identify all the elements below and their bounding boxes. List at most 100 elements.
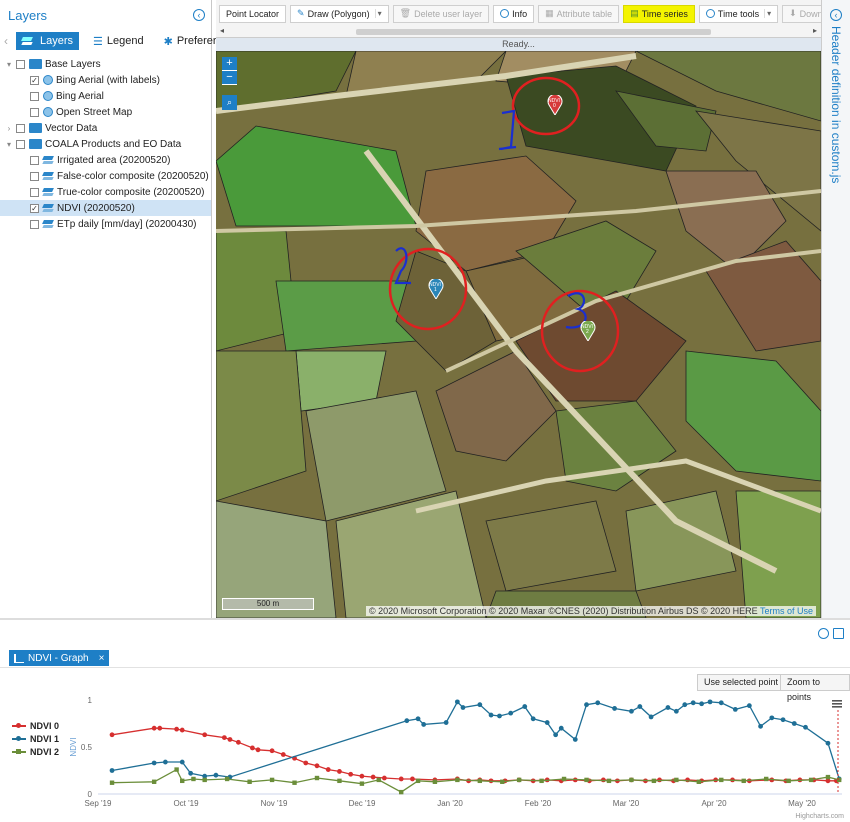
tab-preferences[interactable]: ✱ Preferer bbox=[158, 32, 223, 50]
tree-item[interactable]: True-color composite (20200520) bbox=[0, 184, 211, 200]
close-icon[interactable]: × bbox=[99, 653, 105, 664]
hamburger-menu-icon[interactable] bbox=[832, 700, 842, 702]
globe-icon bbox=[43, 107, 53, 117]
zoom-to-points-button[interactable]: Zoom to points bbox=[780, 674, 850, 702]
zoom-in-button[interactable]: + bbox=[222, 57, 237, 71]
layer-checkbox[interactable] bbox=[30, 187, 39, 197]
x-tick-label: Feb '20 bbox=[525, 799, 552, 808]
tree-item[interactable]: ✓ NDVI (20200520) bbox=[0, 200, 211, 216]
data-point bbox=[825, 740, 831, 746]
layers-tabs: ‹ Layers ☰ Legend ✱ Preferer › bbox=[0, 30, 235, 52]
tree-item[interactable]: ▾ COALA Products and EO Data bbox=[0, 136, 211, 152]
x-tick-label: May '20 bbox=[788, 799, 816, 808]
chevron-down-icon[interactable]: ▾ bbox=[764, 9, 771, 18]
data-point bbox=[421, 722, 427, 727]
hamburger-menu-icon[interactable] bbox=[832, 703, 842, 705]
tab-legend[interactable]: ☰ Legend bbox=[87, 32, 150, 50]
expand-panel-icon[interactable]: ‹ bbox=[830, 9, 842, 21]
attribute-table-button[interactable]: ▦ Attribute table bbox=[538, 4, 620, 23]
data-point bbox=[825, 774, 831, 780]
data-point bbox=[696, 779, 702, 784]
data-point bbox=[699, 701, 705, 707]
chevron-down-icon[interactable]: ▾ bbox=[4, 140, 14, 149]
data-point bbox=[269, 777, 275, 783]
scroll-right-icon[interactable]: ▸ bbox=[813, 26, 817, 35]
data-point bbox=[673, 708, 679, 714]
layer-checkbox[interactable]: ✓ bbox=[30, 75, 39, 85]
time-series-button[interactable]: ▤ Time series bbox=[623, 4, 695, 23]
tree-item[interactable]: Open Street Map bbox=[0, 104, 211, 120]
terms-of-use-link[interactable]: Terms of Use bbox=[760, 606, 813, 616]
data-point bbox=[404, 718, 410, 724]
tree-item[interactable]: ✓ Bing Aerial (with labels) bbox=[0, 72, 211, 88]
folder-icon bbox=[29, 123, 42, 133]
series-line-1 bbox=[111, 700, 840, 780]
tree-item[interactable]: False-color composite (20200520) bbox=[0, 168, 211, 184]
toolbar-scroll-thumb[interactable] bbox=[356, 29, 711, 35]
layer-checkbox[interactable] bbox=[16, 123, 25, 133]
layer-checkbox[interactable] bbox=[30, 219, 39, 229]
toolbar-scrollbar[interactable]: ◂ ▸ bbox=[216, 26, 821, 37]
data-point bbox=[791, 721, 797, 726]
collapse-panel-icon[interactable]: ‹ bbox=[193, 9, 205, 21]
layer-checkbox[interactable] bbox=[30, 91, 39, 101]
data-point bbox=[151, 760, 157, 766]
legend-item[interactable]: NDVI 1 bbox=[12, 733, 59, 744]
data-point bbox=[572, 737, 578, 742]
layer-checkbox[interactable] bbox=[30, 171, 39, 181]
globe-icon bbox=[43, 91, 53, 101]
maximize-icon[interactable] bbox=[833, 628, 844, 639]
collapse-down-icon[interactable] bbox=[818, 628, 829, 639]
data-point bbox=[157, 725, 163, 731]
delete-user-layer-button[interactable]: 🗑 Delete user layer bbox=[392, 4, 490, 23]
list-icon: ☰ bbox=[93, 35, 103, 48]
chart-legend: NDVI 0 NDVI 1 NDVI 2 bbox=[12, 720, 59, 759]
legend-item[interactable]: NDVI 0 bbox=[12, 720, 59, 731]
y-tick-label: 0.5 bbox=[81, 743, 93, 752]
tree-item[interactable]: Irrigated area (20200520) bbox=[0, 152, 211, 168]
use-selected-point-button[interactable]: Use selected point bbox=[697, 674, 786, 691]
data-point bbox=[454, 699, 460, 705]
zoom-out-button[interactable]: − bbox=[222, 71, 237, 85]
draw-polygon-button[interactable]: ✎ Draw (Polygon) ▾ bbox=[290, 4, 389, 23]
chevron-down-icon[interactable]: ▾ bbox=[4, 60, 14, 69]
y-axis-label: NDVI bbox=[69, 737, 78, 756]
legend-item[interactable]: NDVI 2 bbox=[12, 746, 59, 757]
hamburger-menu-icon[interactable] bbox=[832, 706, 842, 708]
y-tick-label: 1 bbox=[88, 696, 93, 705]
tabs-scroll-left-icon[interactable]: ‹ bbox=[4, 34, 8, 48]
map-marker-ndvi-0[interactable]: NDVI 0 bbox=[547, 95, 563, 115]
graph-tab-label: NDVI - Graph bbox=[28, 652, 89, 664]
chevron-down-icon[interactable]: ▾ bbox=[374, 9, 382, 18]
layer-checkbox[interactable] bbox=[16, 59, 25, 69]
tab-layers[interactable]: Layers bbox=[16, 32, 80, 50]
tree-item-label: NDVI (20200520) bbox=[57, 202, 135, 214]
map-marker-ndvi-2[interactable]: NDVI 2 bbox=[580, 321, 596, 341]
magnifier-icon[interactable]: ⌕ bbox=[222, 95, 237, 110]
scroll-left-icon[interactable]: ◂ bbox=[220, 26, 224, 35]
point-locator-button[interactable]: Point Locator bbox=[219, 4, 287, 23]
info-button[interactable]: Info bbox=[493, 4, 535, 23]
data-point bbox=[719, 777, 724, 783]
time-tools-button[interactable]: Time tools ▾ bbox=[698, 4, 779, 23]
map-view[interactable]: NDVI 0 NDVI 1 NDVI 2 + − ⌕ 500 m © 2020 … bbox=[216, 51, 821, 618]
data-point bbox=[191, 776, 196, 782]
layer-checkbox[interactable] bbox=[16, 139, 25, 149]
data-point bbox=[255, 747, 261, 753]
tree-item[interactable]: Bing Aerial bbox=[0, 88, 211, 104]
tree-item[interactable]: › Vector Data bbox=[0, 120, 211, 136]
tab-preferences-label: Preferer bbox=[176, 35, 217, 47]
tab-ndvi-graph[interactable]: NDVI - Graph × bbox=[9, 650, 110, 666]
data-point bbox=[337, 778, 342, 784]
data-point bbox=[109, 780, 115, 785]
tree-item[interactable]: ETp daily [mm/day] (20200430) bbox=[0, 216, 211, 232]
x-tick-label: Oct '19 bbox=[173, 799, 199, 808]
legend-label: NDVI 1 bbox=[30, 733, 60, 744]
tree-item[interactable]: ▾ Base Layers bbox=[0, 56, 211, 72]
data-point bbox=[584, 777, 589, 783]
map-marker-ndvi-1[interactable]: NDVI 1 bbox=[428, 279, 444, 299]
chevron-right-icon[interactable]: › bbox=[4, 124, 14, 133]
layer-checkbox[interactable] bbox=[30, 155, 39, 165]
layer-checkbox[interactable]: ✓ bbox=[30, 203, 39, 213]
layer-checkbox[interactable] bbox=[30, 107, 39, 117]
